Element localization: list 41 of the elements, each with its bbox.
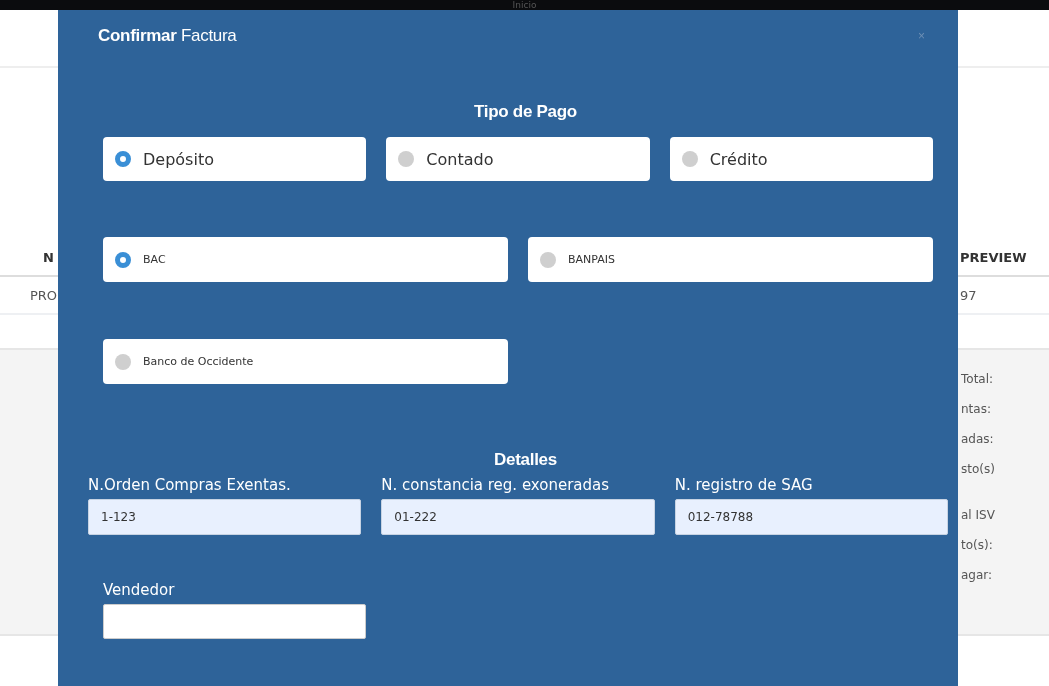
radio-option[interactable]: Crédito xyxy=(669,137,933,181)
summary-label: adas: xyxy=(961,431,995,448)
input-field[interactable]: 1-123 xyxy=(88,499,362,535)
input-field[interactable] xyxy=(103,604,366,639)
radio-icon[interactable] xyxy=(115,251,131,268)
radio-icon[interactable] xyxy=(540,251,556,268)
column-header: PREVIEW xyxy=(960,250,1028,265)
section-title: Tipo de Pago xyxy=(473,102,578,123)
page-title: Inicio xyxy=(512,0,537,10)
radio-option[interactable]: BANPAIS xyxy=(528,237,933,282)
summary-label: to(s): xyxy=(961,537,994,554)
table-cell-text: 97 xyxy=(960,287,978,303)
radio-icon[interactable] xyxy=(115,353,131,370)
radio-option[interactable]: Depósito xyxy=(103,137,367,181)
radio-option[interactable]: Contado xyxy=(386,137,650,181)
field-label: N. constancia reg. exoneradas xyxy=(381,475,611,496)
field-label: N.Orden Compras Exentas. xyxy=(88,475,292,496)
input-field[interactable]: 012-78788 xyxy=(674,499,948,535)
radio-label: Crédito xyxy=(709,149,768,169)
radio-label: Banco de Occidente xyxy=(143,355,254,368)
section-title: Detalles xyxy=(493,450,558,471)
radio-label: BAC xyxy=(143,253,166,266)
radio-icon[interactable] xyxy=(681,151,698,167)
summary-label: sto(s) xyxy=(961,461,995,478)
radio-label: Contado xyxy=(426,149,494,169)
input-field[interactable]: 01-222 xyxy=(381,499,655,535)
summary-label: Total: xyxy=(961,371,995,388)
radio-label: Depósito xyxy=(143,149,214,169)
radio-option[interactable]: BAC xyxy=(103,237,508,282)
summary-label: al ISV xyxy=(961,507,995,524)
radio-option[interactable]: Banco de Occidente xyxy=(103,339,508,384)
table-cell: PRO xyxy=(30,287,58,303)
field-label: Vendedor xyxy=(103,580,176,601)
field-label: N. registro de SAG xyxy=(674,475,814,496)
column-header: N xyxy=(43,250,54,265)
radio-icon[interactable] xyxy=(115,151,131,167)
radio-icon[interactable] xyxy=(398,151,415,167)
summary-label: agar: xyxy=(961,567,994,584)
dialog-title: Confirmar Factura xyxy=(98,26,237,46)
summary-label: ntas: xyxy=(961,401,992,418)
radio-label: BANPAIS xyxy=(568,253,615,266)
